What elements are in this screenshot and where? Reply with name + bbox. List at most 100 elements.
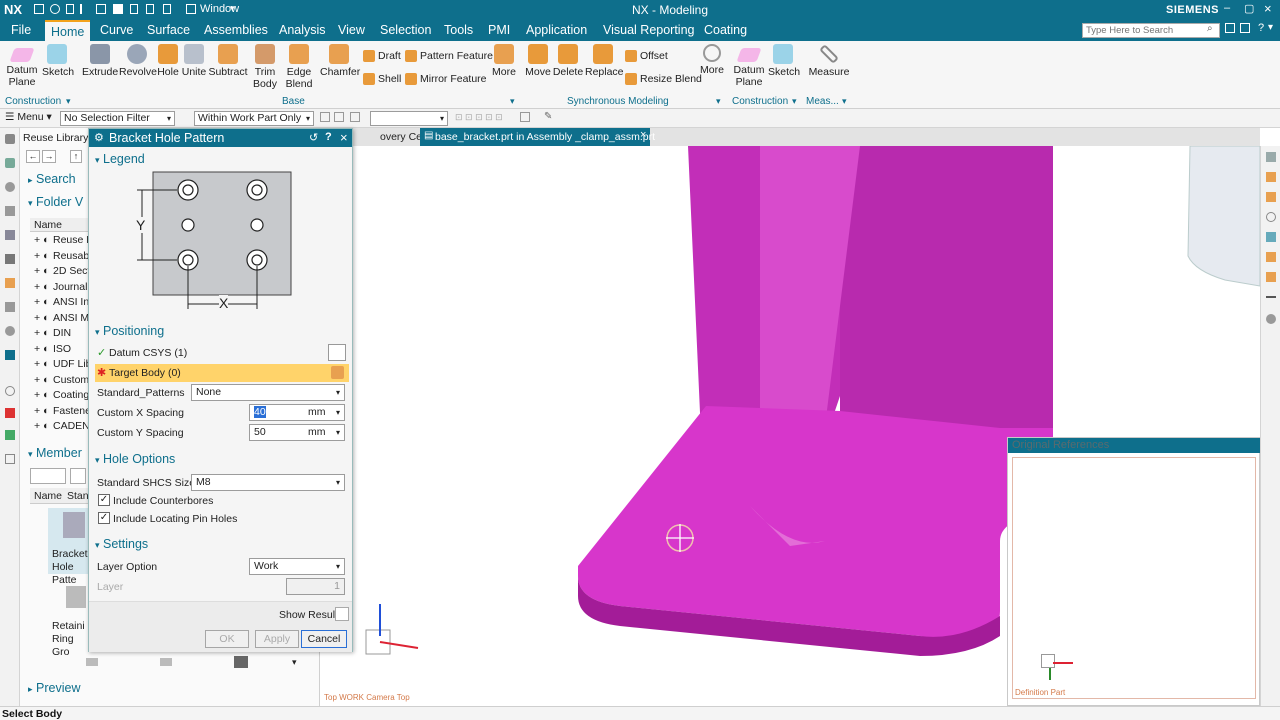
filter-icon[interactable]: [320, 112, 330, 122]
render-icon[interactable]: [1266, 172, 1276, 182]
close-icon[interactable]: ×: [340, 130, 348, 145]
subtract-button[interactable]: Subtract: [208, 44, 248, 78]
undo-icon[interactable]: [50, 4, 60, 14]
custom-y-spacing-input[interactable]: 50 mm ▾: [249, 424, 345, 441]
refresh-icon[interactable]: [130, 4, 138, 14]
back-icon[interactable]: ←: [26, 150, 40, 163]
datum-csys-row[interactable]: ✓ Datum CSYS (1): [95, 344, 349, 362]
tools-icon[interactable]: [5, 454, 15, 464]
expand-icon[interactable]: +: [34, 343, 40, 355]
expand-icon[interactable]: +: [34, 250, 40, 262]
constraint-navigator-icon[interactable]: [5, 206, 15, 216]
options-icon[interactable]: [520, 112, 530, 122]
copy-icon[interactable]: [66, 4, 74, 14]
hole-button[interactable]: Hole: [156, 44, 180, 78]
view-icon[interactable]: [1266, 152, 1276, 162]
thumbnail-icon[interactable]: [160, 658, 172, 666]
mirror-feature-button[interactable]: Mirror Feature: [405, 73, 487, 85]
expand-icon[interactable]: +: [34, 389, 40, 401]
hd3d-icon[interactable]: [5, 278, 15, 288]
name-column-header[interactable]: Name: [30, 218, 90, 232]
menu-curve[interactable]: Curve: [100, 23, 133, 37]
menu-pmi[interactable]: PMI: [488, 23, 510, 37]
target-body-row[interactable]: ✱ Target Body (0): [95, 364, 349, 382]
paste-icon[interactable]: [146, 4, 154, 14]
minimize-icon[interactable]: –: [1224, 2, 1230, 14]
touch-mode-icon[interactable]: [113, 4, 123, 14]
chevron-down-icon[interactable]: ▾: [792, 96, 797, 107]
chamfer-button[interactable]: Chamfer: [320, 44, 360, 78]
measure-button[interactable]: Measure: [808, 44, 850, 78]
filter-icon[interactable]: [70, 468, 86, 484]
show-result-icon[interactable]: [335, 607, 349, 621]
section-icon[interactable]: [1266, 252, 1276, 262]
settings-icon[interactable]: [5, 134, 15, 144]
revolve-button[interactable]: Revolve: [119, 44, 157, 78]
resize-icon[interactable]: [1225, 23, 1235, 33]
dialog-title-bar[interactable]: ⚙ Bracket Hole Pattern ↺ ? ×: [89, 129, 352, 147]
body-icon[interactable]: [331, 366, 344, 379]
hole-options-section[interactable]: ▾ Hole Options: [95, 452, 175, 466]
replace-button[interactable]: Replace: [585, 44, 624, 78]
chevron-down-icon[interactable]: ▾: [842, 96, 847, 107]
positioning-section[interactable]: ▾ Positioning: [95, 324, 164, 338]
expand-icon[interactable]: +: [34, 234, 40, 246]
expand-icon[interactable]: +: [34, 296, 40, 308]
help-icon[interactable]: ?: [1258, 22, 1264, 34]
maximize-icon[interactable]: ▢: [1244, 2, 1254, 15]
member-name-col[interactable]: Name: [34, 490, 62, 502]
fit-icon[interactable]: [1266, 232, 1276, 242]
sketch-button[interactable]: Sketch: [42, 44, 74, 78]
menu-home[interactable]: Home: [45, 20, 91, 41]
legend-section[interactable]: ▾ Legend: [95, 152, 145, 166]
custom-x-spacing-input[interactable]: 40 mm ▾: [249, 404, 345, 421]
layer-option-select[interactable]: Work ▾: [249, 558, 345, 575]
menu-analysis[interactable]: Analysis: [279, 23, 326, 37]
help-icon[interactable]: ?: [325, 131, 332, 143]
csys-dialog-icon[interactable]: [328, 344, 346, 361]
assembly-navigator-icon[interactable]: [5, 182, 15, 192]
chevron-down-icon[interactable]: ▾: [510, 96, 515, 107]
expand-icon[interactable]: +: [34, 420, 40, 432]
shcs-sizes-select[interactable]: M8 ▾: [191, 474, 345, 491]
select-icon[interactable]: [334, 112, 344, 122]
menu-surface[interactable]: Surface: [147, 23, 190, 37]
member-section[interactable]: ▾ Member: [28, 446, 82, 460]
trim-body-button[interactable]: Trim Body: [251, 44, 279, 90]
apply-button[interactable]: Apply: [255, 630, 299, 648]
menu-button[interactable]: ☰ Menu ▾: [5, 111, 52, 123]
expand-icon[interactable]: +: [34, 265, 40, 277]
menu-view[interactable]: View: [338, 23, 365, 37]
settings-section[interactable]: ▾ Settings: [95, 537, 148, 551]
repeat-icon[interactable]: [96, 4, 106, 14]
view-mode-dropdown[interactable]: [30, 468, 66, 484]
thumbnail-icon[interactable]: [86, 658, 98, 666]
chevron-down-icon[interactable]: ▾: [66, 96, 71, 107]
gear-icon[interactable]: ⚙: [94, 131, 104, 144]
cancel-button[interactable]: Cancel: [301, 630, 347, 648]
move-button[interactable]: Move: [524, 44, 552, 78]
expand-icon[interactable]: +: [34, 312, 40, 324]
clock-icon[interactable]: [5, 386, 15, 396]
search-icon[interactable]: ⌕: [1207, 23, 1213, 34]
snap-point-icons[interactable]: ⊡ ⊡ ⊡ ⊡ ⊡: [455, 112, 515, 122]
member-stan-col[interactable]: Stan: [67, 490, 89, 502]
extrude-button[interactable]: Extrude: [82, 44, 118, 78]
delete-button[interactable]: Delete: [552, 44, 584, 78]
reset-icon[interactable]: ↺: [309, 131, 318, 144]
pick-icon[interactable]: [350, 112, 360, 122]
datum-plane-button-2[interactable]: Datum Plane: [733, 44, 765, 88]
menu-selection[interactable]: Selection: [380, 23, 431, 37]
offset-button[interactable]: Offset: [625, 50, 668, 62]
resize-blend-button[interactable]: Resize Blend: [625, 73, 702, 85]
expand-icon[interactable]: +: [34, 327, 40, 339]
selection-filter-dropdown[interactable]: No Selection Filter ▾: [60, 111, 175, 126]
search-section[interactable]: ▸ Search: [28, 172, 76, 186]
tab-base-bracket[interactable]: ▤ base_bracket.prt in Assembly _clamp_as…: [420, 128, 655, 146]
member-item-retaining-ring[interactable]: Retaini Ring Gro: [48, 580, 88, 658]
thumbnail-icon[interactable]: [234, 656, 248, 668]
expand-icon[interactable]: +: [34, 358, 40, 370]
shell-button[interactable]: Shell: [363, 73, 401, 85]
web-browser-icon[interactable]: [5, 302, 15, 312]
menu-coating[interactable]: Coating: [704, 23, 747, 37]
